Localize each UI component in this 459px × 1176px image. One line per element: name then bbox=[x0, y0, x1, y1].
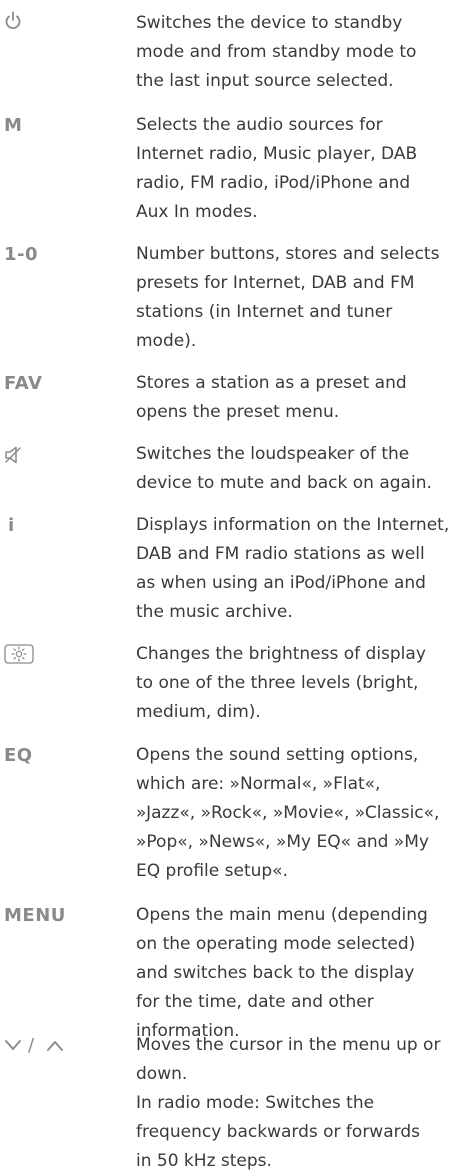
key-label: 1-0 bbox=[4, 244, 39, 265]
key-label: MENU bbox=[4, 905, 66, 926]
entry-description: Opens the main menu (depending on the op… bbox=[136, 905, 428, 1041]
entry-description: Opens the sound setting options, which a… bbox=[136, 745, 440, 881]
key-label: EQ bbox=[4, 745, 33, 766]
entry-description: Moves the cursor in the menu up or down.… bbox=[136, 1035, 441, 1171]
entry-description: Displays information on the Internet, DA… bbox=[136, 515, 450, 622]
entry-description: Number buttons, stores and selects prese… bbox=[136, 244, 440, 351]
key-separator: / bbox=[28, 1035, 35, 1056]
manual-page: Switches the device to standby mode and … bbox=[0, 0, 459, 1174]
key-label: i bbox=[8, 515, 15, 536]
power-icon bbox=[4, 11, 22, 31]
mute-speaker-icon bbox=[4, 446, 22, 464]
brightness-button-icon bbox=[4, 644, 34, 664]
entry-description: Switches the device to standby mode and … bbox=[136, 13, 417, 91]
down-up-arrows-icon bbox=[4, 1036, 70, 1056]
entry-description: Switches the loudspeaker of the device t… bbox=[136, 444, 432, 493]
key-label: M bbox=[4, 115, 23, 136]
entry-description: Stores a station as a preset and opens t… bbox=[136, 373, 407, 422]
entry-description: Changes the brightness of display to one… bbox=[136, 644, 426, 722]
entry-description: Selects the audio sources for Internet r… bbox=[136, 115, 418, 222]
key-label: FAV bbox=[4, 373, 43, 394]
